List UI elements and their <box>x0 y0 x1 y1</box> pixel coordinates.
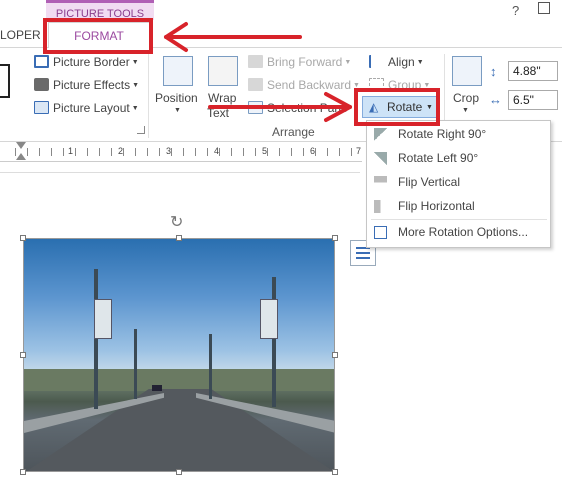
annotation-arrow-rotate <box>208 92 352 122</box>
annotation-arrows <box>164 22 352 122</box>
annotation-arrow-format <box>164 22 302 52</box>
